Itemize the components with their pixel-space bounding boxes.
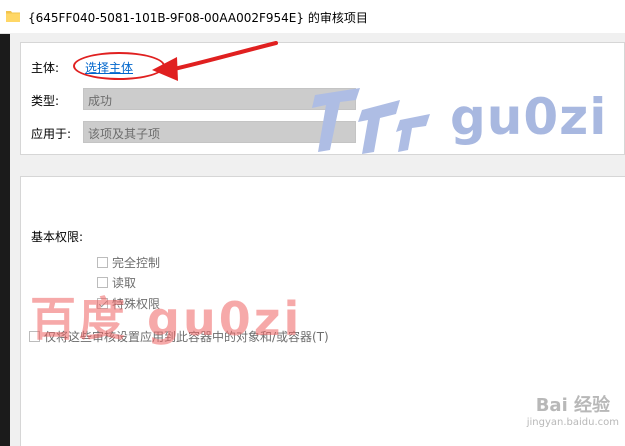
full-control-checkbox[interactable] (97, 256, 108, 268)
window-title: {645FF040-5081-101B-9F08-00AA002F954E} 的… (28, 11, 368, 25)
gu0zi-watermark: gu0zi (450, 88, 608, 146)
perm-full-control[interactable]: 完全控制 (97, 254, 160, 270)
basic-permissions-label: 基本权限: (31, 230, 84, 244)
corner-url-text: jingyan.baidu.com (526, 417, 619, 428)
annotation-circle (73, 52, 165, 80)
applies-to-dropdown-value: 该项及其子项 (88, 127, 161, 141)
full-control-label: 完全控制 (112, 255, 161, 270)
baidu-paw-watermark-icon (312, 88, 430, 154)
type-dropdown-value: 成功 (88, 94, 113, 108)
corner-brand-text: Bai 经验 (535, 395, 611, 416)
principal-label: 主体: (31, 61, 60, 75)
baidu-jingyan-watermark: Bai 经验 jingyan.baidu.com (527, 391, 619, 428)
type-label: 类型: (31, 94, 60, 108)
title-bar: {645FF040-5081-101B-9F08-00AA002F954E} 的… (0, 0, 625, 34)
applies-to-label: 应用于: (31, 127, 72, 141)
red-watermark: 百度 gu0zi (30, 292, 303, 346)
folder-icon (6, 11, 20, 22)
